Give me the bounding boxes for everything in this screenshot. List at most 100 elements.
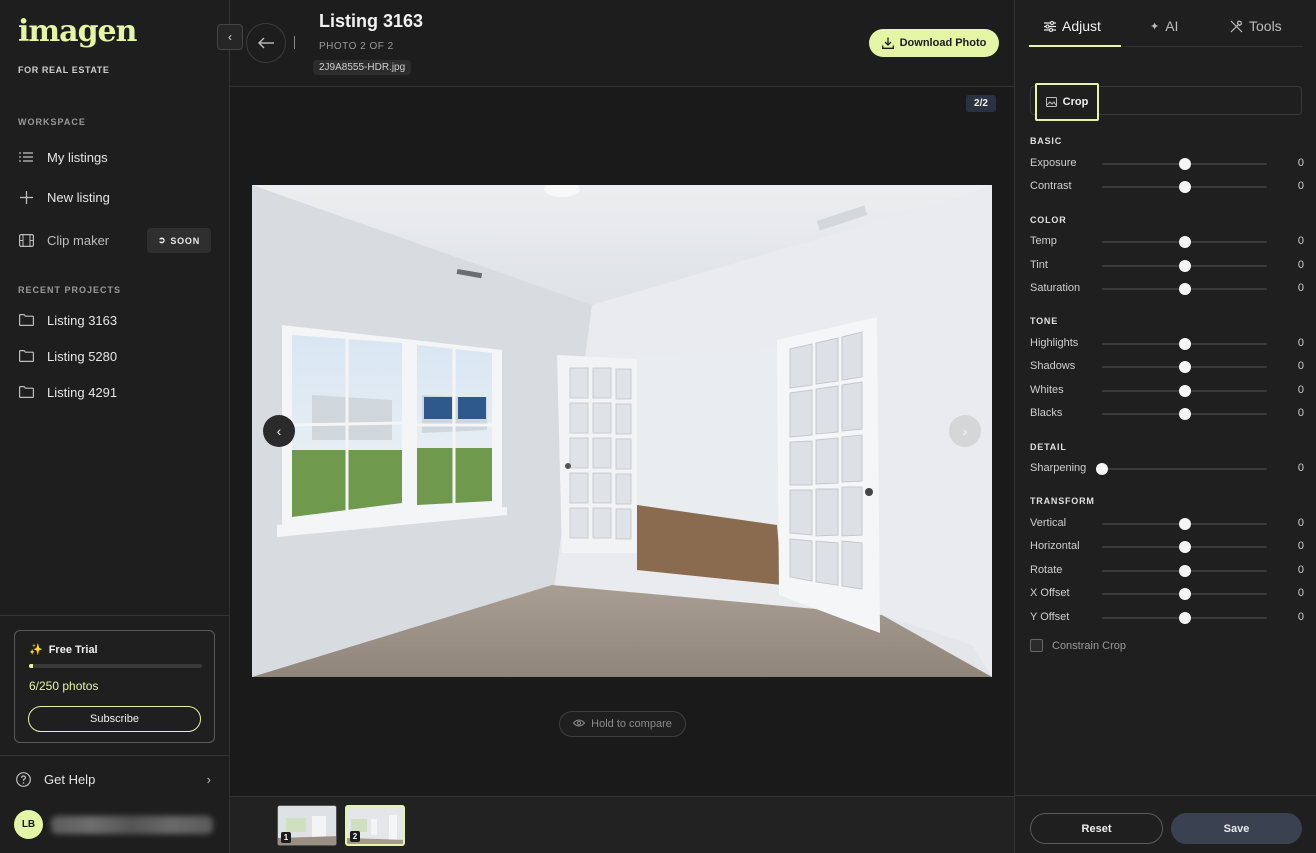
- get-help-button[interactable]: Get Help ›: [0, 765, 229, 793]
- slider-thumb[interactable]: [1178, 385, 1191, 397]
- slider-row: Y Offset 0: [1030, 610, 1304, 626]
- photo-filename: 2J9A8555-HDR.jpg: [313, 60, 412, 75]
- tab-ai[interactable]: ✦ AI: [1150, 18, 1178, 46]
- slider-thumb[interactable]: [1178, 518, 1191, 530]
- slider-value: 0: [1297, 540, 1304, 552]
- slider-track[interactable]: [1102, 408, 1267, 420]
- slider-value: 0: [1297, 384, 1304, 396]
- subscribe-button[interactable]: Subscribe: [28, 706, 201, 732]
- back-button[interactable]: [246, 23, 286, 63]
- slider-thumb[interactable]: [1178, 283, 1191, 295]
- avatar[interactable]: LB: [14, 810, 43, 839]
- next-photo-button[interactable]: ›: [949, 415, 981, 447]
- download-photo-button[interactable]: Download Photo: [869, 29, 999, 57]
- slider-thumb[interactable]: [1178, 181, 1191, 193]
- slider-thumb[interactable]: [1178, 565, 1191, 577]
- slider-row: Highlights 0: [1030, 336, 1304, 352]
- slider-track[interactable]: [1102, 236, 1267, 248]
- slider-track[interactable]: [1102, 541, 1267, 553]
- constrain-crop-toggle[interactable]: Constrain Crop: [1030, 639, 1126, 652]
- photo-thumbnail-active[interactable]: 2: [345, 805, 405, 846]
- sidebar-item-my-listings[interactable]: My listings: [0, 141, 229, 173]
- slider-group-label: BASIC: [1030, 136, 1063, 146]
- slider-track[interactable]: [1102, 260, 1267, 272]
- slider-track[interactable]: [1102, 612, 1267, 624]
- collapse-sidebar-button[interactable]: ‹: [217, 24, 243, 50]
- slider-row: Vertical 0: [1030, 516, 1304, 532]
- slider-track[interactable]: [1102, 158, 1267, 170]
- slider-value: 0: [1297, 337, 1304, 349]
- slider-track[interactable]: [1102, 518, 1267, 530]
- sidebar-item-new-listing[interactable]: New listing: [0, 181, 229, 213]
- save-button[interactable]: Save: [1171, 813, 1302, 844]
- trial-count: 6/250 photos: [29, 679, 99, 693]
- slider-thumb[interactable]: [1096, 463, 1108, 475]
- sidebar-divider: [0, 615, 229, 616]
- reset-button[interactable]: Reset: [1030, 813, 1163, 844]
- listing-title: Listing 3163: [319, 11, 424, 31]
- previous-photo-button[interactable]: ‹: [263, 415, 295, 447]
- free-trial-card: ✨ Free Trial 6/250 photos Subscribe: [14, 630, 215, 743]
- photo-position: PHOTO 2 OF 2: [319, 41, 394, 52]
- listing-photo: [252, 185, 992, 677]
- slider-value: 0: [1297, 282, 1304, 294]
- crop-button[interactable]: Crop: [1035, 83, 1099, 121]
- workspace-label: WORKSPACE: [18, 117, 86, 127]
- slider-track[interactable]: [1096, 463, 1267, 475]
- slider-thumb[interactable]: [1178, 338, 1191, 350]
- slider-track[interactable]: [1102, 181, 1267, 193]
- slider-thumb[interactable]: [1178, 408, 1191, 420]
- slider-track[interactable]: [1102, 283, 1267, 295]
- hold-to-compare-button[interactable]: Hold to compare: [559, 711, 686, 737]
- slider-label: Contrast: [1030, 180, 1072, 192]
- slider-track[interactable]: [1102, 588, 1267, 600]
- recent-project-item[interactable]: Listing 3163: [0, 304, 229, 336]
- trial-progress-bar: [29, 664, 202, 668]
- sidebar-divider: [0, 755, 229, 756]
- slider-thumb[interactable]: [1178, 361, 1191, 373]
- slider-value: 0: [1297, 611, 1304, 623]
- slider-track[interactable]: [1102, 361, 1267, 373]
- slider-row: Exposure 0: [1030, 156, 1304, 172]
- slider-label: Vertical: [1030, 517, 1067, 529]
- slider-value: 0: [1297, 462, 1304, 474]
- download-icon: [881, 37, 894, 49]
- slider-value: 0: [1297, 407, 1304, 419]
- sidebar-item-label: My listings: [47, 149, 108, 165]
- slider-thumb[interactable]: [1178, 158, 1191, 170]
- tools-icon: [1230, 20, 1243, 33]
- slider-thumb[interactable]: [1178, 260, 1191, 272]
- slider-row: Tint 0: [1030, 258, 1304, 274]
- editor-header: ‹ Listing 3163 PHOTO 2 OF 2 2J9A8555-HDR…: [217, 0, 1014, 87]
- recent-project-label: Listing 3163: [47, 312, 118, 328]
- slider-value: 0: [1297, 360, 1304, 372]
- arrow-left-icon: [258, 37, 274, 49]
- slider-row: Sharpening 0: [1030, 461, 1304, 477]
- slider-group-label: COLOR: [1030, 215, 1067, 225]
- slider-value: 0: [1297, 587, 1304, 599]
- logo[interactable]: imagen: [18, 14, 137, 49]
- slider-track[interactable]: [1102, 565, 1267, 577]
- slider-thumb[interactable]: [1178, 236, 1191, 248]
- slider-track[interactable]: [1102, 385, 1267, 397]
- slider-row: Blacks 0: [1030, 406, 1304, 422]
- recent-project-item[interactable]: Listing 4291: [0, 376, 229, 408]
- constrain-crop-checkbox[interactable]: [1030, 639, 1043, 652]
- slider-label: Whites: [1030, 384, 1064, 396]
- recent-project-item[interactable]: Listing 5280: [0, 340, 229, 372]
- slider-thumb[interactable]: [1178, 612, 1191, 624]
- slider-thumb[interactable]: [1178, 541, 1191, 553]
- folder-icon: [18, 312, 34, 328]
- panel-tabs: Adjust ✦ AI Tools: [1029, 0, 1303, 47]
- slider-row: Temp 0: [1030, 234, 1304, 250]
- slider-track[interactable]: [1102, 338, 1267, 350]
- trial-title: ✨ Free Trial: [29, 643, 98, 657]
- soon-badge: ➲ SOON: [147, 228, 211, 253]
- sliders-icon: [1044, 21, 1056, 32]
- tab-tools[interactable]: Tools: [1230, 18, 1282, 46]
- photo-counter: 2/2: [966, 95, 996, 112]
- slider-thumb[interactable]: [1178, 588, 1191, 600]
- sidebar: imagen FOR REAL ESTATE WORKSPACE My list…: [0, 0, 230, 853]
- tab-adjust[interactable]: Adjust: [1044, 18, 1101, 46]
- photo-thumbnail[interactable]: 1: [277, 805, 337, 846]
